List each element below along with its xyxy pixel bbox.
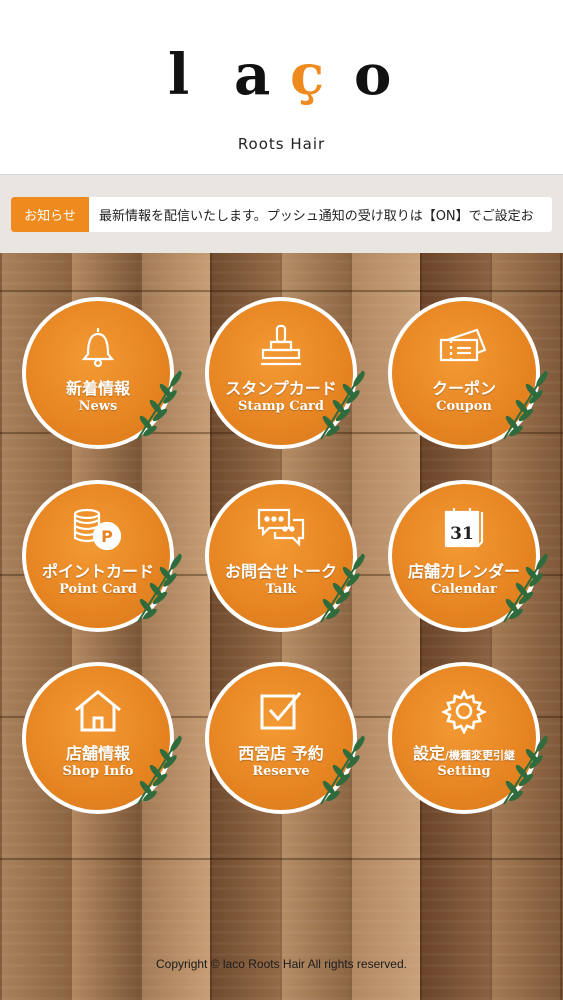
menu-point-card-button[interactable]: P ポイントカード Point Card <box>22 480 182 632</box>
leaf-decoration-icon <box>137 553 182 623</box>
leaf-decoration-icon <box>137 370 182 440</box>
checkbox-icon <box>209 688 353 734</box>
menu-news-button[interactable]: 新着情報 News <box>22 297 182 449</box>
calendar-day: 31 <box>450 524 474 544</box>
notice-ticker[interactable]: お知らせ 最新情報を配信いたします。プッシュ通知の受け取りは【ON】でご設定お <box>11 197 552 232</box>
app-header: l a ç o Roots Hair <box>0 0 563 175</box>
house-icon <box>26 688 170 734</box>
ticket-icon <box>392 323 536 369</box>
stamp-icon <box>209 323 353 369</box>
notice-text: 最新情報を配信いたします。プッシュ通知の受け取りは【ON】でご設定お <box>99 209 534 224</box>
brand-subtitle: Roots Hair <box>237 135 326 153</box>
calendar-icon: 31 <box>392 506 536 552</box>
leaf-decoration-icon <box>320 735 365 805</box>
menu-setting-button[interactable]: 設定/機種変更引継 Setting <box>388 662 548 814</box>
menu-talk-button[interactable]: お問合せトーク Talk <box>205 480 365 632</box>
notice-tag: お知らせ <box>11 197 89 232</box>
copyright-text: Copyright © laco Roots Hair All rights r… <box>156 957 407 971</box>
leaf-decoration-icon <box>503 735 548 805</box>
coins-icon: P <box>26 506 170 552</box>
leaf-decoration-icon <box>320 370 365 440</box>
bell-icon <box>26 323 170 369</box>
leaf-decoration-icon <box>137 735 182 805</box>
menu-reserve-button[interactable]: 西宮店 予約 Reserve <box>205 662 365 814</box>
chat-icon <box>209 506 353 552</box>
menu-calendar-button[interactable]: 31 店舗カレンダー Calendar <box>388 480 548 632</box>
leaf-decoration-icon <box>503 370 548 440</box>
leaf-decoration-icon <box>503 553 548 623</box>
svg-text:P: P <box>101 527 113 546</box>
menu-stamp-card-button[interactable]: スタンプカード Stamp Card <box>205 297 365 449</box>
menu-coupon-button[interactable]: クーポン Coupon <box>388 297 548 449</box>
gear-icon <box>392 688 536 734</box>
leaf-decoration-icon <box>320 553 365 623</box>
menu-shop-info-button[interactable]: 店舗情報 Shop Info <box>22 662 182 814</box>
